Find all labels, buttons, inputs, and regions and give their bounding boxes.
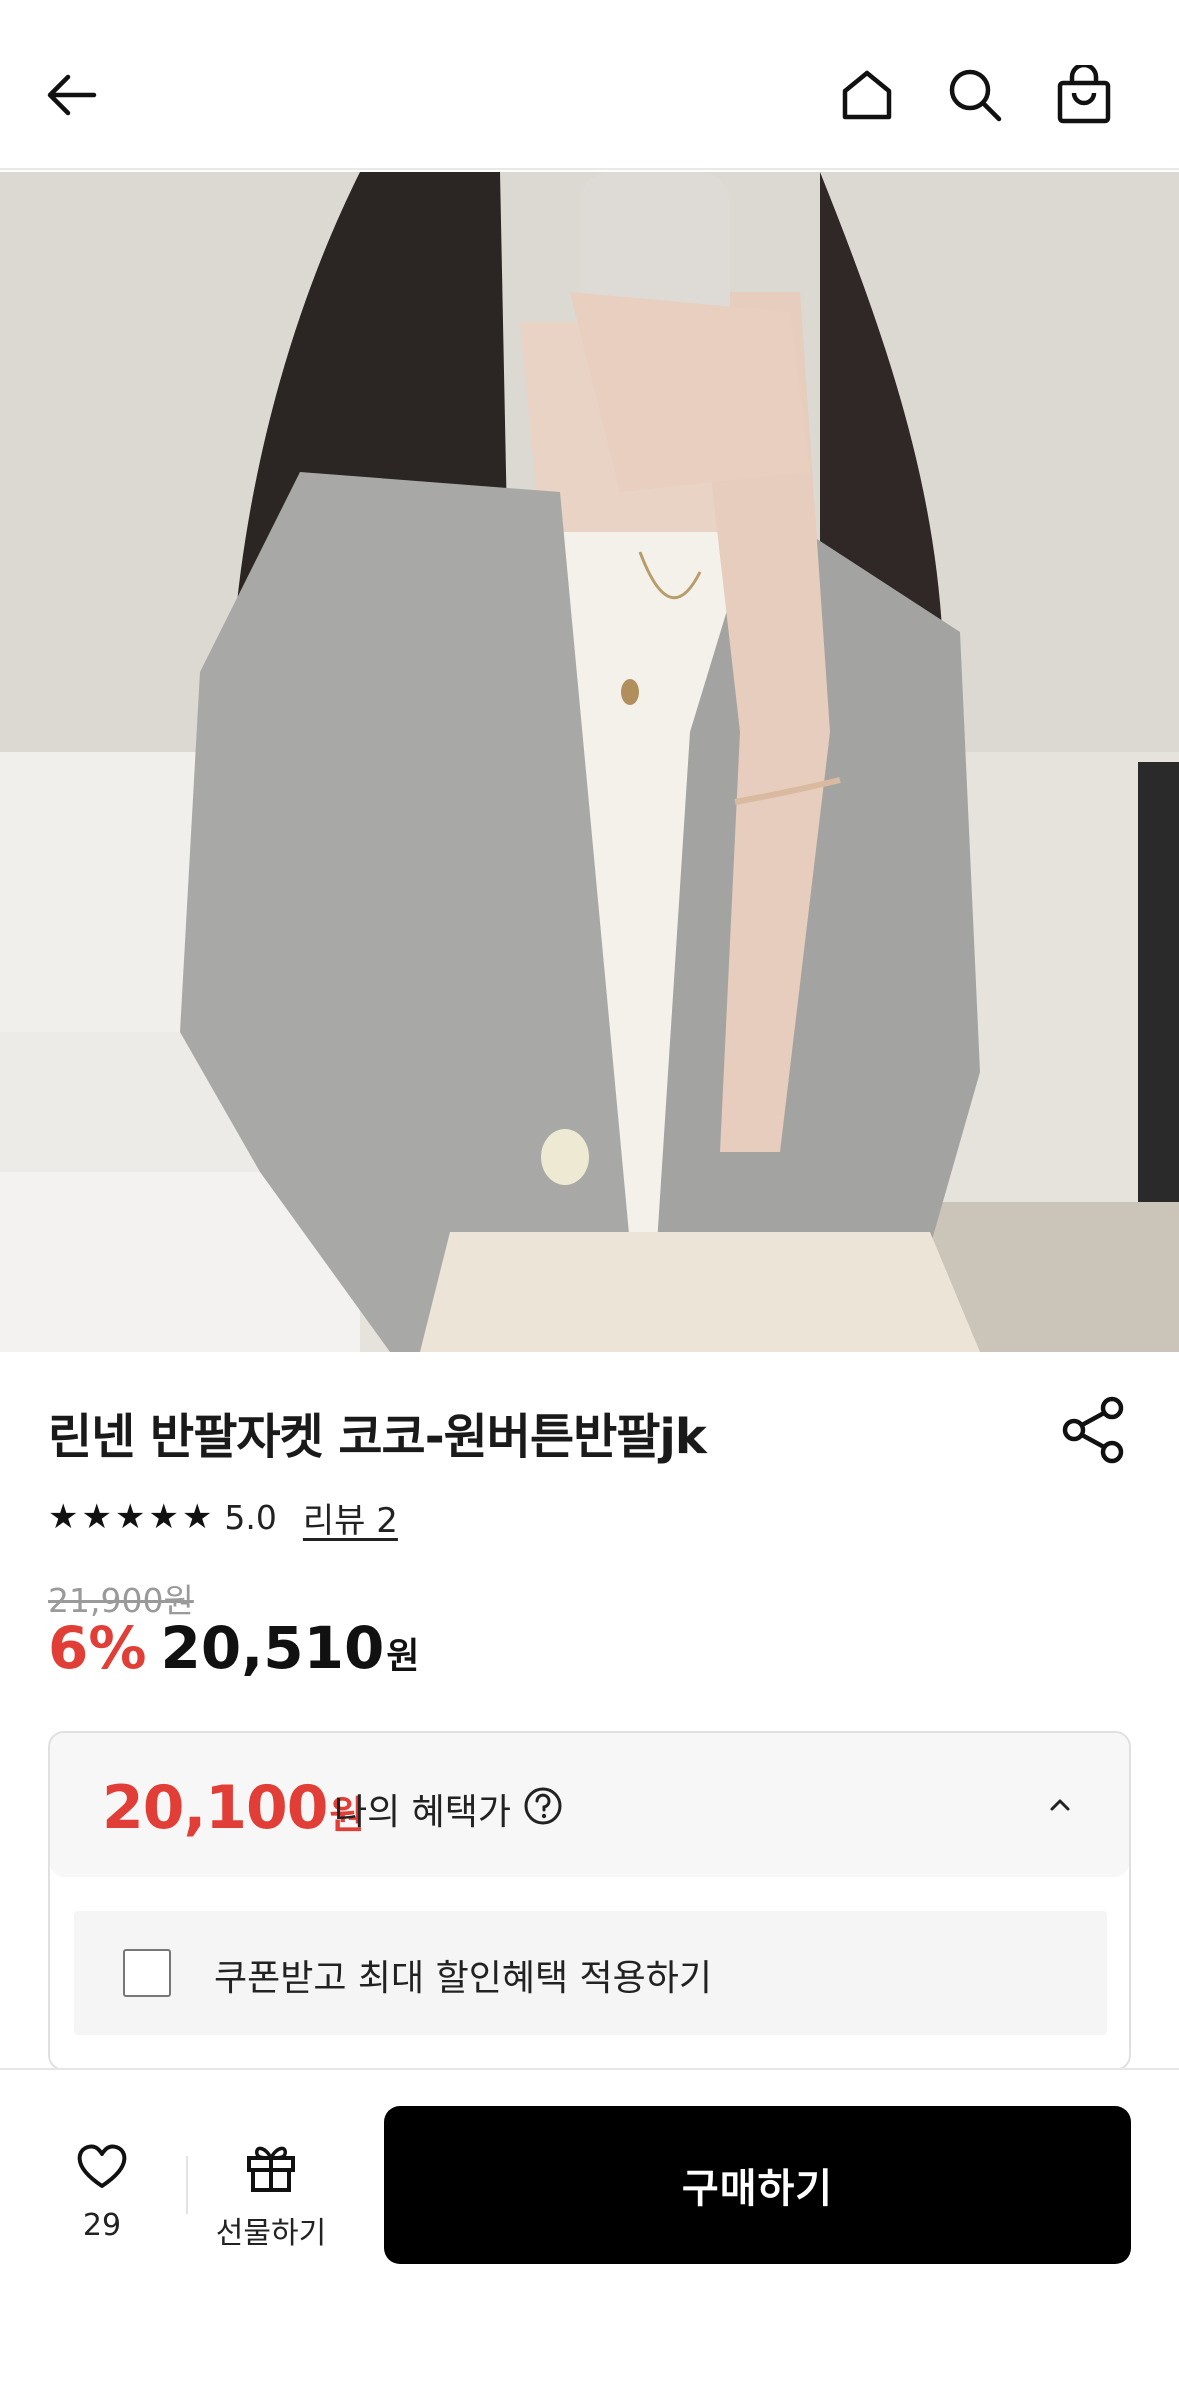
search-icon[interactable] xyxy=(935,55,1015,135)
star-icon: ★ xyxy=(148,1497,179,1537)
buy-button[interactable]: 구매하기 xyxy=(384,2106,1131,2264)
like-button[interactable]: 29 xyxy=(52,2132,152,2243)
bottom-action-bar: 29 선물하기 구매하기 xyxy=(0,2068,1179,2397)
gift-icon xyxy=(247,2146,295,2192)
gift-button[interactable]: 선물하기 xyxy=(206,2132,336,2251)
sale-price: 20,510 xyxy=(160,1614,385,1682)
discount-rate: 6% xyxy=(48,1614,147,1682)
coupon-option[interactable]: 쿠폰받고 최대 할인혜택 적용하기 xyxy=(74,1911,1107,2035)
benefit-price-value: 20,100 xyxy=(102,1773,329,1843)
star-icon: ★ xyxy=(114,1497,146,1537)
help-circle-icon[interactable] xyxy=(522,1785,564,1827)
chevron-up-icon[interactable] xyxy=(1040,1785,1080,1825)
rating-row: ★ ★ ★ ★ ★ 5.0 리뷰 2 xyxy=(48,1492,398,1542)
divider xyxy=(186,2156,188,2214)
heart-icon xyxy=(77,2144,127,2188)
benefit-price-header[interactable]: 20,100 원 나의 혜택가 xyxy=(50,1733,1129,1877)
like-count: 29 xyxy=(82,2208,122,2243)
star-icon: ★ xyxy=(181,1497,213,1537)
star-icon: ★ xyxy=(81,1497,112,1537)
share-icon[interactable] xyxy=(1058,1394,1130,1466)
review-count-link[interactable]: 리뷰 2 xyxy=(303,1493,398,1542)
benefit-price-label: 나의 혜택가 xyxy=(334,1792,512,1833)
product-image[interactable] xyxy=(0,172,1179,1352)
shopping-bag-icon[interactable] xyxy=(1044,55,1124,135)
coupon-label: 쿠폰받고 최대 할인혜택 적용하기 xyxy=(214,1958,713,1999)
star-rating: ★ ★ ★ ★ ★ xyxy=(48,1500,212,1534)
home-icon[interactable] xyxy=(827,55,907,135)
product-title: 린넨 반팔자켓 코코-원버튼반팔jk xyxy=(48,1409,707,1465)
top-navigation-bar xyxy=(0,0,1179,170)
coupon-checkbox[interactable] xyxy=(123,1949,171,1997)
sale-price-row: 6% 20,510 원 xyxy=(48,1614,419,1682)
star-icon: ★ xyxy=(48,1497,79,1537)
back-arrow-icon[interactable] xyxy=(32,55,112,135)
benefit-price: 20,100 원 xyxy=(102,1773,365,1843)
rating-value: 5.0 xyxy=(224,1497,277,1537)
gift-label: 선물하기 xyxy=(215,2216,327,2251)
benefit-price-panel: 20,100 원 나의 혜택가 쿠폰받고 최대 할인혜택 적용하기 xyxy=(48,1731,1131,2071)
currency-unit: 원 xyxy=(386,1636,420,1677)
